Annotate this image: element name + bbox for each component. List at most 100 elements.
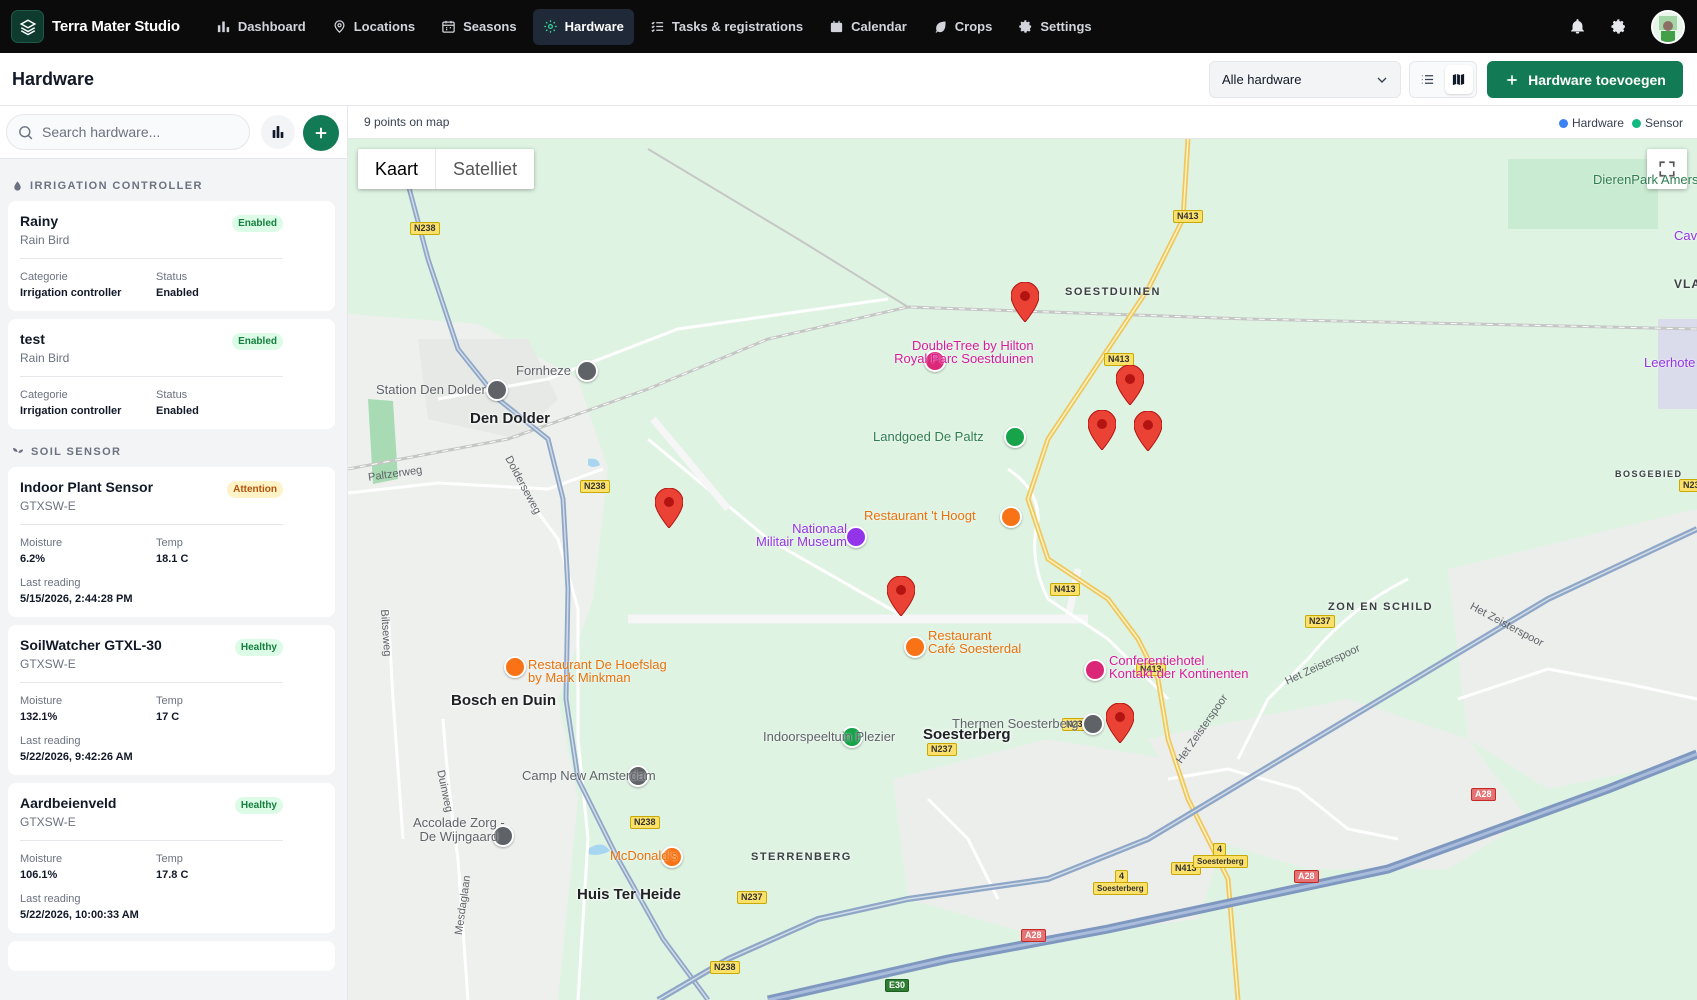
spa-icon[interactable] [1082, 713, 1104, 735]
nav-crops[interactable]: Crops [923, 9, 1003, 45]
group-title: SOIL SENSOR [31, 446, 122, 458]
hardware-filter-value: Alle hardware [1222, 72, 1302, 87]
page-title: Hardware [12, 68, 95, 89]
add-hardware-button[interactable]: Hardware toevoegen [1487, 61, 1683, 98]
map-type-kaart[interactable]: Kaart [358, 149, 437, 189]
list-view-button[interactable] [1413, 65, 1442, 94]
field-label: Status [156, 389, 188, 401]
add-button[interactable] [303, 115, 339, 151]
nav-hardware[interactable]: Hardware [532, 8, 634, 45]
field-label: Moisture [20, 853, 63, 865]
town-label: Den Dolder [470, 410, 551, 427]
map-canvas[interactable]: Kaart Satelliet N238 N238 N238 N238 N413… [348, 139, 1697, 1000]
divider [20, 258, 283, 259]
map-type-satelliet[interactable]: Satelliet [436, 149, 534, 189]
hardware-marker[interactable] [655, 488, 683, 528]
nav-settings[interactable]: Settings [1008, 9, 1101, 45]
hardware-marker[interactable] [1011, 282, 1039, 322]
field-label: Status [156, 271, 188, 283]
field-label: Temp [156, 853, 183, 865]
field-label: Temp [156, 695, 183, 707]
poi-dierenpark: DierenPark Amersf [1593, 172, 1697, 187]
last-reading-label: Last reading [20, 577, 81, 589]
brand[interactable]: Terra Mater Studio [11, 10, 180, 43]
town-label: Huis Ter Heide [577, 886, 681, 903]
list-item[interactable] [8, 941, 335, 971]
layers-icon [11, 10, 44, 43]
transit-icon[interactable] [576, 360, 598, 382]
nav-label: Dashboard [237, 19, 306, 34]
nav-seasons[interactable]: Seasons [431, 9, 526, 45]
museum-icon[interactable] [845, 526, 867, 548]
area-label: STERRENBERG [751, 851, 852, 863]
road-shield: A28 [1294, 870, 1319, 883]
add-hardware-label: Hardware toevoegen [1528, 71, 1666, 88]
hardware-marker[interactable] [1134, 411, 1162, 451]
hardware-sidebar: IRRIGATION CONTROLLER Rainy Rain Bird En… [0, 106, 348, 1000]
road-shield: 4 [1213, 843, 1227, 856]
hardware-marker[interactable] [1116, 365, 1144, 405]
poi-fornheze: Fornheze [516, 363, 571, 378]
poi-hoogt: Restaurant 't Hoogt [864, 508, 976, 523]
road-shield: N413 [1173, 210, 1203, 223]
field-value: Irrigation controller [20, 405, 122, 417]
poi-speeltuin: Indoorspeeltuin Plezier [763, 729, 896, 744]
hardware-marker[interactable] [887, 576, 915, 616]
search-input[interactable] [42, 124, 232, 140]
field-label: Moisture [20, 695, 63, 707]
nav-label: Settings [1040, 19, 1092, 34]
road-shield: N238 [710, 961, 740, 974]
list-item[interactable]: SoilWatcher GTXL-30 GTXSW-E Healthy Mois… [8, 625, 335, 775]
last-reading-value: 5/15/2026, 2:44:28 PM [20, 593, 133, 605]
hardware-marker[interactable] [1106, 703, 1134, 743]
cpu-icon [543, 20, 557, 33]
stats-button[interactable] [261, 115, 295, 149]
search-box [6, 114, 250, 150]
nav-tasks[interactable]: Tasks & registrations [640, 9, 813, 45]
nav-label: Locations [353, 19, 416, 34]
card-sub: GTXSW-E [20, 815, 76, 829]
road-shield: N238 [410, 222, 440, 235]
list-item[interactable]: test Rain Bird Enabled Categorie Status … [8, 319, 335, 429]
calendar-grid-icon [442, 20, 455, 33]
restaurant-icon[interactable] [504, 656, 526, 678]
road-shield: Soesterberg [1093, 882, 1148, 895]
restaurant-icon[interactable] [904, 636, 926, 658]
list-item[interactable]: Aardbeienveld GTXSW-E Healthy Moisture T… [8, 783, 335, 933]
road-shield: N238 [630, 816, 660, 829]
bell-icon[interactable] [1569, 18, 1586, 35]
train-station-icon[interactable] [486, 379, 508, 401]
nav-dashboard[interactable]: Dashboard [206, 9, 316, 45]
nav-locations[interactable]: Locations [322, 9, 425, 45]
card-sub: Rain Bird [20, 233, 70, 247]
app-name: Terra Mater Studio [52, 18, 180, 35]
restaurant-icon[interactable] [1000, 506, 1022, 528]
hardware-filter-select[interactable]: Alle hardware [1209, 61, 1401, 98]
park-icon[interactable] [1004, 426, 1026, 448]
gear-icon[interactable] [1610, 18, 1627, 35]
avatar[interactable] [1651, 9, 1685, 44]
road-shield: N413 [1050, 583, 1080, 596]
hardware-marker[interactable] [1088, 410, 1116, 450]
field-value: 18.1 C [156, 553, 189, 565]
last-reading-label: Last reading [20, 893, 81, 905]
list-item[interactable]: Indoor Plant Sensor GTXSW-E Attention Mo… [8, 467, 335, 617]
map-view-button[interactable] [1444, 65, 1473, 94]
nav-right [1569, 0, 1685, 53]
status-badge: Healthy [234, 639, 283, 656]
poi-doubletree: DoubleTree by Hilton Royal Parc Soestduin… [894, 338, 1034, 366]
chevron-down-icon [1377, 77, 1387, 83]
nav-calendar[interactable]: Calendar [819, 9, 917, 45]
area-label: VLA [1674, 277, 1697, 291]
road-shield: N23 [1679, 479, 1697, 492]
field-value: 6.2% [20, 553, 46, 565]
page-header: Hardware Alle hardware Hardware toevoege… [0, 53, 1697, 106]
road-shield: N237 [927, 743, 957, 756]
sprout-icon [13, 448, 23, 457]
field-value: 132.1% [20, 711, 58, 723]
hotel-icon[interactable] [1084, 659, 1106, 681]
list-item[interactable]: Rainy Rain Bird Enabled Categorie Status… [8, 201, 335, 311]
road-shield: Soesterberg [1193, 855, 1248, 868]
list-check-icon [651, 21, 663, 33]
divider [20, 524, 283, 525]
